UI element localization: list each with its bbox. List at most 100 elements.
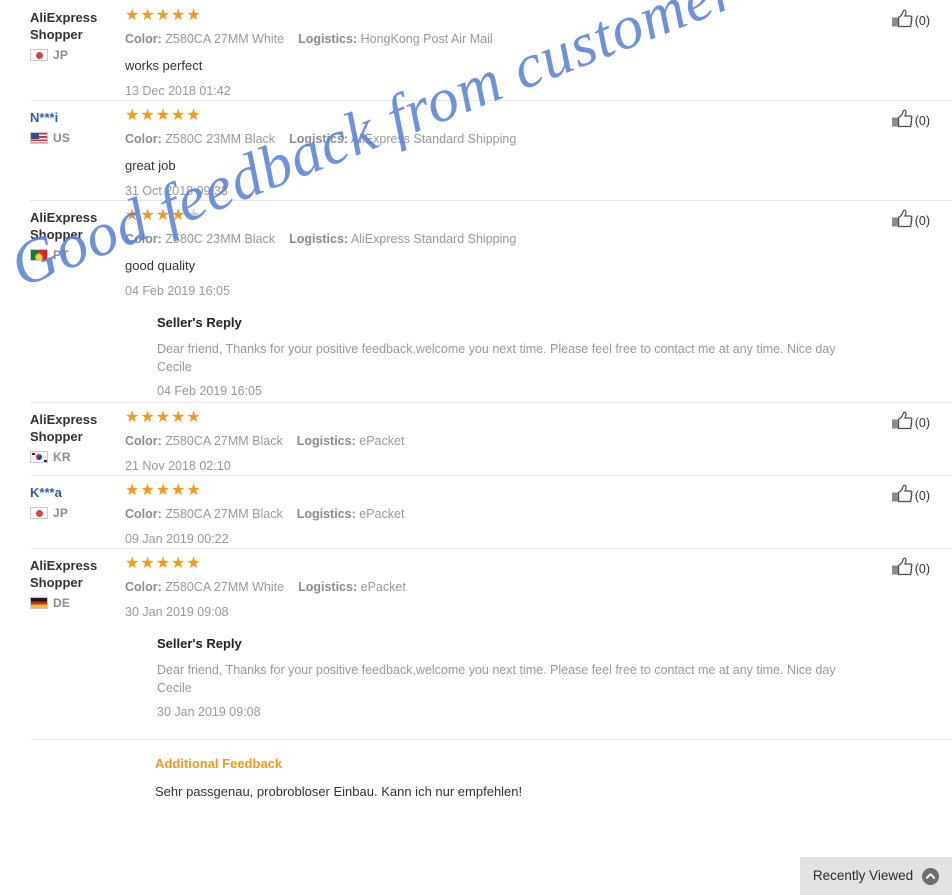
star-icon: ★ — [155, 409, 172, 426]
helpful-button[interactable]: (0) — [872, 410, 952, 434]
review-content: ★★★★★ Color: Z580C 23MM Black Logistics: A… — [125, 208, 872, 402]
review-content: ★★★★★ Color: Z580CA 27MM White Logistics: … — [125, 556, 872, 723]
rating-stars: ★★★★★ — [125, 556, 862, 574]
helpful-count: (0) — [914, 561, 930, 576]
color-value: Z580CA 27MM Black — [165, 507, 283, 521]
star-icon: ★ — [140, 207, 156, 224]
review-attributes: Color: Z580C 23MM Black Logistics: AliExp… — [125, 131, 862, 148]
country-flag-icon — [30, 597, 48, 609]
star-icon: ★ — [140, 555, 156, 572]
seller-reply-title: Seller's Reply — [157, 315, 242, 330]
review-datetime: 09 Jan 2019 00:22 — [125, 532, 229, 546]
helpful-button[interactable]: (0) — [872, 483, 952, 507]
star-icon: ★ — [155, 482, 172, 499]
review-item: AliExpress Shopper JP ★★★★★ Color: Z580CA 2… — [0, 0, 952, 100]
review-datetime: 21 Nov 2018 02:10 — [125, 459, 231, 473]
star-icon: ★ — [140, 107, 156, 124]
review-content: ★★★★★ Color: Z580CA 27MM Black Logistics: … — [125, 483, 872, 548]
review-buyer: N***i US — [0, 108, 125, 145]
additional-feedback-body: Sehr passgenau, probrobloser Einbau. Kan… — [155, 784, 523, 799]
star-icon: ★ — [125, 107, 141, 124]
country-flag-icon — [30, 249, 48, 261]
review-attributes: Color: Z580C 23MM Black Logistics: AliExp… — [125, 231, 862, 248]
logistics-label: Logistics: — [296, 434, 356, 448]
helpful-count: (0) — [914, 213, 930, 228]
helpful-count: (0) — [914, 113, 930, 128]
helpful-button[interactable]: (0) — [872, 208, 952, 232]
buyer-country: KR — [30, 450, 125, 464]
star-icon: ★ — [171, 7, 187, 24]
buyer-country: US — [30, 131, 125, 145]
color-value: Z580CA 27MM Black — [165, 434, 283, 448]
star-icon: ★ — [186, 207, 202, 224]
helpful-button[interactable]: (0) — [872, 8, 952, 32]
star-icon: ★ — [171, 555, 187, 572]
chevron-up-circle-icon[interactable] — [922, 867, 940, 885]
seller-reply-body: Dear friend, Thanks for your positive fe… — [157, 342, 836, 374]
color-label: Color: — [125, 232, 162, 246]
country-code: US — [53, 131, 71, 145]
review-buyer: K***a JP — [0, 483, 125, 520]
star-icon: ★ — [125, 207, 141, 224]
rating-stars: ★★★★★ — [125, 108, 862, 126]
review-buyer: AliExpress Shopper KR — [0, 410, 125, 464]
buyer-name[interactable]: K***a — [30, 484, 125, 501]
star-icon: ★ — [186, 409, 202, 426]
review-buyer: AliExpress Shopper JP — [0, 8, 125, 62]
country-code: PT — [53, 248, 69, 262]
additional-feedback: Additional Feedback Sehr passgenau, probr… — [0, 739, 952, 801]
star-icon: ★ — [140, 482, 156, 499]
buyer-country: PT — [30, 248, 125, 262]
review-attributes: Color: Z580CA 27MM White Logistics: HongK… — [125, 31, 862, 48]
helpful-button[interactable]: (0) — [872, 108, 952, 132]
buyer-country: DE — [30, 596, 125, 610]
star-icon: ★ — [171, 482, 187, 499]
review-item: AliExpress Shopper DE ★★★★★ Color: Z580CA 2… — [0, 548, 952, 801]
buyer-country: JP — [30, 48, 125, 62]
review-comment: works perfect — [125, 58, 203, 73]
thumbs-up-icon[interactable] — [891, 109, 913, 132]
logistics-label: Logistics: — [296, 507, 356, 521]
logistics-label: Logistics: — [289, 132, 349, 146]
logistics-value: ePacket — [359, 434, 405, 448]
thumbs-up-icon[interactable] — [891, 9, 913, 32]
buyer-name[interactable]: N***i — [30, 109, 125, 126]
thumbs-up-icon[interactable] — [891, 484, 913, 507]
star-icon: ★ — [186, 7, 202, 24]
color-value: Z580CA 27MM White — [165, 32, 285, 46]
seller-reply-datetime: 30 Jan 2019 09:08 — [157, 705, 261, 719]
country-flag-icon — [30, 507, 48, 519]
review-content: ★★★★★ Color: Z580C 23MM Black Logistics: A… — [125, 108, 872, 200]
review-comment: great job — [125, 158, 176, 173]
star-icon: ★ — [155, 207, 172, 224]
thumbs-up-icon[interactable] — [891, 557, 913, 580]
recently-viewed-tab[interactable]: Recently Viewed — [800, 857, 952, 895]
logistics-label: Logistics: — [298, 580, 358, 594]
star-icon: ★ — [125, 409, 141, 426]
star-icon: ★ — [171, 107, 187, 124]
star-icon: ★ — [155, 7, 172, 24]
helpful-button[interactable]: (0) — [872, 556, 952, 580]
star-icon: ★ — [125, 7, 141, 24]
thumbs-up-icon[interactable] — [891, 411, 913, 434]
star-icon: ★ — [155, 107, 172, 124]
seller-reply-body: Dear friend, Thanks for your positive fe… — [157, 663, 836, 695]
logistics-value: ePacket — [359, 507, 405, 521]
review-content: ★★★★★ Color: Z580CA 27MM Black Logistics: … — [125, 410, 872, 475]
rating-stars: ★★★★★ — [125, 410, 862, 428]
color-label: Color: — [125, 434, 162, 448]
star-icon: ★ — [140, 409, 156, 426]
star-icon: ★ — [140, 7, 156, 24]
seller-reply-datetime: 04 Feb 2019 16:05 — [157, 384, 262, 398]
helpful-count: (0) — [914, 415, 930, 430]
color-label: Color: — [125, 32, 162, 46]
thumbs-up-icon[interactable] — [891, 209, 913, 232]
country-flag-icon — [30, 451, 48, 463]
logistics-label: Logistics: — [298, 32, 358, 46]
star-icon: ★ — [186, 107, 202, 124]
review-content: ★★★★★ Color: Z580CA 27MM White Logistics: … — [125, 8, 872, 100]
buyer-name: AliExpress Shopper — [30, 10, 98, 42]
helpful-count: (0) — [914, 13, 930, 28]
star-icon: ★ — [186, 555, 202, 572]
review-item: AliExpress Shopper PT ★★★★★ Color: Z580C 23… — [0, 200, 952, 402]
